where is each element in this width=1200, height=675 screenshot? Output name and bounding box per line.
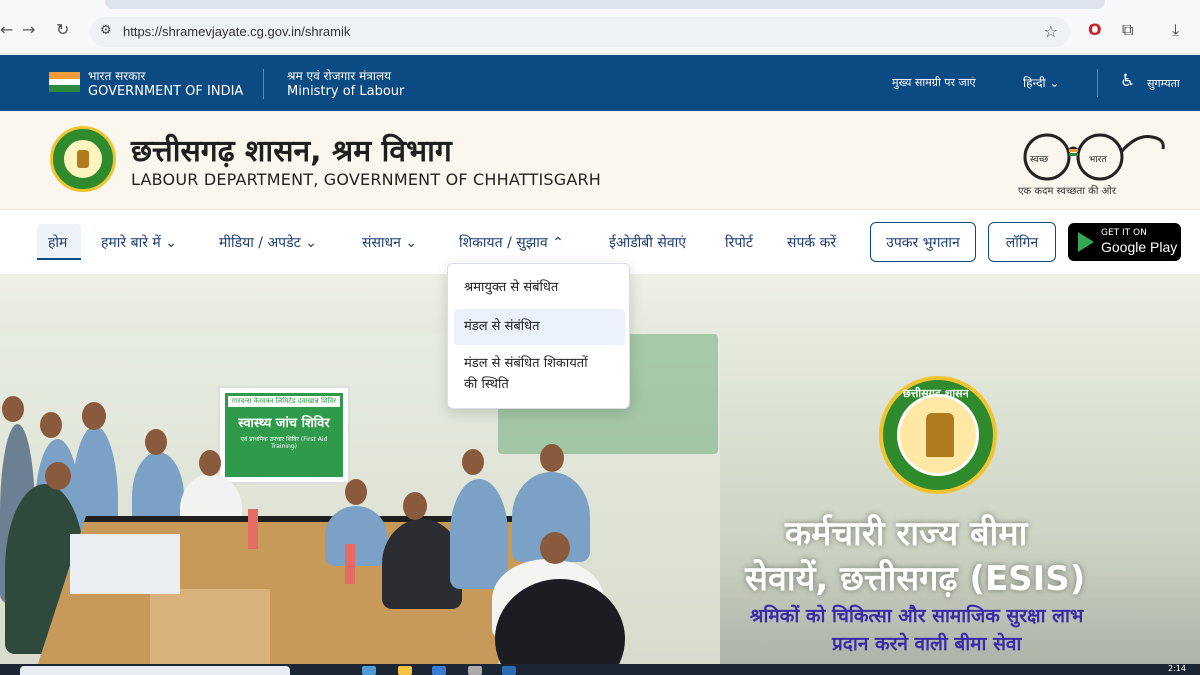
photo-person — [450, 479, 508, 589]
star-icon[interactable]: ☆ — [1044, 22, 1058, 41]
photo-bottle — [248, 509, 258, 549]
google-play-badge[interactable]: GET IT ON Google Play — [1068, 223, 1181, 261]
divider — [1097, 69, 1098, 97]
health-camp-banner-sub: एवं प्राथमिक उपचार शिविर (First Aid Trai… — [240, 436, 328, 450]
dropdown-item-board[interactable]: मंडल से संबंधित — [454, 309, 625, 345]
taskbar-search[interactable] — [20, 666, 290, 675]
nav-item-about[interactable]: हमारे बारे में ⌄ — [101, 233, 177, 252]
nav-item-about-label: हमारे बारे में — [101, 235, 161, 251]
photo-box — [150, 589, 270, 664]
taskbar-app-icon[interactable] — [362, 666, 376, 675]
accessibility-icon[interactable]: ♿ — [1120, 71, 1135, 91]
gov-top-strip: भारत सरकार GOVERNMENT OF INDIA श्रम एवं … — [0, 55, 1200, 111]
google-play-big-text: Google Play — [1101, 239, 1178, 255]
nav-item-complaints[interactable]: शिकायत / सुझाव ⌃ — [459, 233, 564, 252]
photo-person-head — [82, 402, 106, 430]
ministry-label-hindi: श्रम एवं रोजगार मंत्रालय — [287, 69, 392, 83]
dropdown-item-line-2: की स्थिति — [464, 377, 509, 392]
photo-person-head — [2, 396, 24, 422]
photo-medicines — [70, 534, 180, 594]
swachh-left-text: स्वच्छ — [1030, 155, 1049, 165]
department-title-hindi: छत्तीसगढ़ शासन, श्रम विभाग — [131, 134, 452, 169]
back-arrow-icon[interactable]: ← — [0, 20, 13, 39]
ministry-label-english: Ministry of Labour — [287, 84, 405, 99]
chhattisgarh-emblem-logo[interactable] — [50, 126, 116, 192]
accessibility-label[interactable]: सुगम्यता — [1147, 76, 1180, 91]
taskbar-app-icon[interactable] — [398, 666, 412, 675]
photo-person-head — [540, 444, 564, 472]
os-taskbar: 2:14 — [0, 664, 1200, 675]
site-header: छत्तीसगढ़ शासन, श्रम विभाग LABOUR DEPART… — [0, 111, 1200, 210]
hero-chhattisgarh-emblem: छत्तीसगढ़ शासन — [879, 376, 997, 494]
photo-person — [325, 506, 387, 566]
nav-item-complaints-label: शिकायत / सुझाव — [459, 235, 548, 251]
chevron-down-icon: ⌄ — [305, 235, 317, 251]
photo-person-head — [540, 532, 570, 564]
chevron-down-icon: ⌄ — [1049, 76, 1060, 90]
photo-person-head — [45, 462, 71, 490]
taskbar-app-icon[interactable] — [502, 666, 516, 675]
complaints-dropdown-menu: श्रमायुक्त से संबंधित मंडल से संबंधित मं… — [447, 263, 630, 409]
nav-item-contact[interactable]: संपर्क करें — [787, 233, 836, 252]
hero-heading-line-2: सेवायें, छत्तीसगढ़ (ESIS) — [745, 559, 1086, 599]
photo-person-head — [40, 412, 62, 438]
browser-toolbar: ← → ↻ ⚙ https://shramevjayate.cg.gov.in/… — [0, 0, 1200, 54]
health-camp-banner: गारवन्स केरवत्रन लिमिटेड दवाखान्न शिविर … — [218, 386, 350, 484]
taskbar-app-icon[interactable] — [432, 666, 446, 675]
hero-subheading-line-1: श्रमिकों को चिकित्सा और सामाजिक सुरक्षा … — [750, 605, 1084, 627]
taskbar-clock[interactable]: 2:14 — [1168, 664, 1186, 673]
divider — [263, 69, 264, 99]
download-icon[interactable]: ⤓ — [1172, 20, 1179, 40]
department-title-english: LABOUR DEPARTMENT, GOVERNMENT OF CHHATTI… — [131, 170, 602, 189]
nav-item-resources-label: संसाधन — [362, 235, 401, 251]
nav-item-resources[interactable]: संसाधन ⌄ — [362, 233, 417, 252]
forward-arrow-icon[interactable]: → — [22, 20, 35, 39]
nav-item-report[interactable]: रिपोर्ट — [725, 233, 753, 252]
dropdown-item-board-complaint-status[interactable]: मंडल से संबंधित शिकायतों की स्थिति — [454, 353, 625, 395]
photo-person-head — [345, 479, 367, 505]
india-flag-icon — [49, 72, 80, 92]
url-text[interactable]: https://shramevjayate.cg.gov.in/shramik — [123, 24, 350, 39]
gov-label-english: GOVERNMENT OF INDIA — [88, 84, 244, 99]
photo-person-head — [403, 492, 427, 520]
google-play-small-text: GET IT ON — [1101, 228, 1147, 238]
photo-person-head — [462, 449, 484, 475]
opera-icon[interactable]: O — [1088, 20, 1102, 39]
address-bar[interactable]: ⚙ https://shramevjayate.cg.gov.in/shrami… — [90, 17, 1070, 47]
site-info-icon[interactable]: ⚙ — [100, 23, 112, 38]
cess-payment-button[interactable]: उपकर भुगतान — [870, 222, 976, 262]
extensions-icon[interactable]: ⧉ — [1122, 20, 1133, 40]
hero-subheading-line-2: प्रदान करने वाली बीमा सेवा — [832, 633, 1022, 655]
reload-icon[interactable]: ↻ — [56, 20, 69, 39]
nav-item-media[interactable]: मीडिया / अपडेट ⌄ — [219, 233, 317, 252]
nav-item-media-label: मीडिया / अपडेट — [219, 235, 301, 251]
nav-item-home[interactable]: होम — [48, 233, 67, 252]
nav-home-underline — [37, 258, 81, 260]
language-label: हिन्दी — [1023, 76, 1046, 90]
language-selector[interactable]: हिन्दी ⌄ — [1023, 74, 1060, 91]
health-camp-banner-top: गारवन्स केरवत्रन लिमिटेड दवाखान्न शिविर — [228, 396, 340, 407]
gov-label-hindi: भारत सरकार — [88, 69, 146, 83]
photo-person-head — [199, 450, 221, 476]
swachh-right-text: भारत — [1089, 155, 1107, 165]
chevron-down-icon: ⌄ — [405, 235, 418, 251]
health-camp-banner-title: स्वास्थ्य जांच शिविर — [238, 416, 330, 431]
chevron-down-icon: ⌄ — [165, 235, 177, 251]
dropdown-item-labour-commissioner[interactable]: श्रमायुक्त से संबंधित — [454, 277, 625, 298]
google-play-icon — [1078, 232, 1094, 252]
nav-item-eodb[interactable]: ईओडीबी सेवाएं — [609, 233, 686, 252]
taskbar-app-icon[interactable] — [468, 666, 482, 675]
photo-person-head — [145, 429, 167, 455]
dropdown-item-line-1: मंडल से संबंधित शिकायतों — [464, 356, 588, 371]
skip-to-main-link[interactable]: मुख्य सामग्री पर जाएं — [892, 75, 976, 90]
swachh-tagline: एक कदम स्वच्छता की ओर — [1018, 186, 1116, 197]
login-button[interactable]: लॉगिन — [988, 222, 1056, 262]
browser-tab-strip[interactable] — [105, 0, 1105, 9]
hero-heading-line-1: कर्मचारी राज्य बीमा — [785, 514, 1028, 554]
chevron-up-icon: ⌃ — [552, 235, 564, 251]
photo-bottle — [345, 544, 355, 584]
